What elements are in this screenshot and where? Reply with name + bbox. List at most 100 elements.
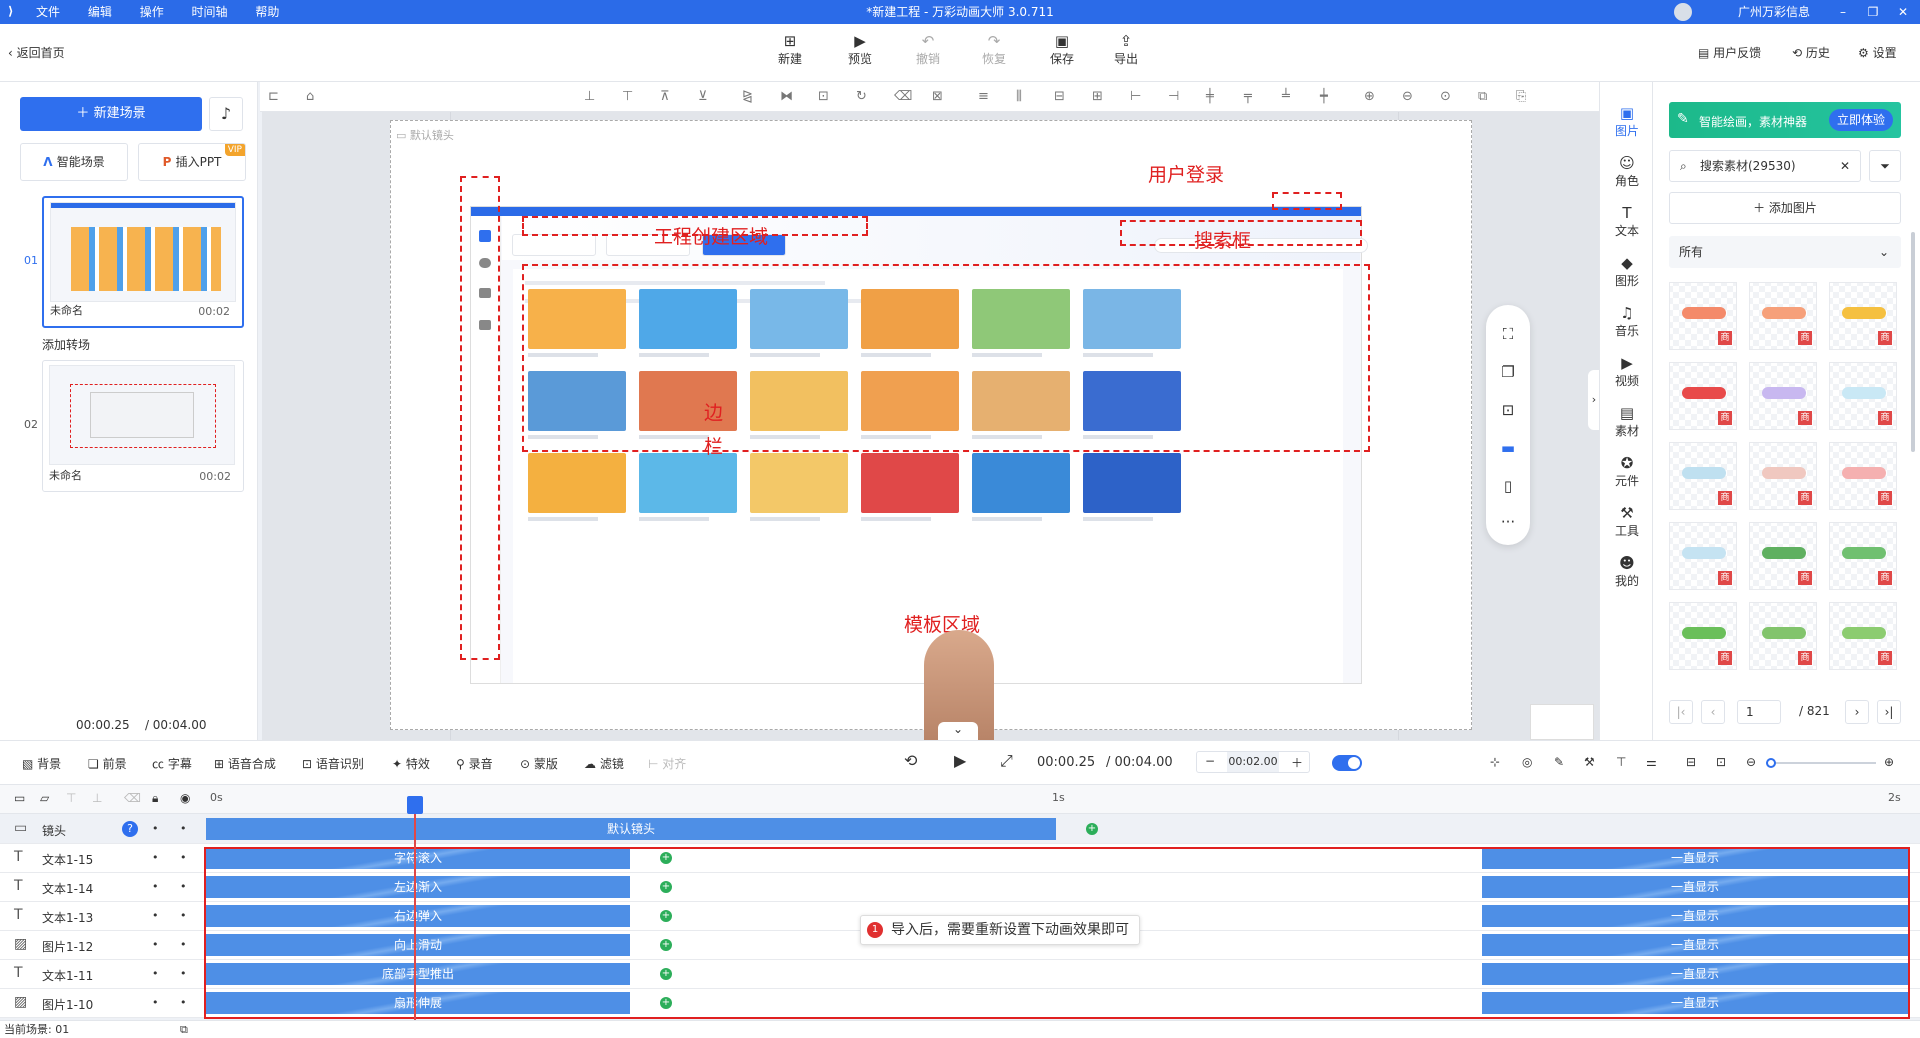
history-link[interactable]: ⟲ 历史 <box>1792 44 1830 61</box>
top-align-icon[interactable]: ╤ <box>1244 89 1252 104</box>
fit-icon[interactable]: ⊠ <box>932 89 943 104</box>
category-video[interactable]: ▶ 视频 <box>1600 354 1654 389</box>
screen-icon[interactable]: ▬ <box>1486 439 1530 457</box>
same-height-icon[interactable]: ⊞ <box>1092 89 1103 104</box>
move-up-icon[interactable]: ⊤ <box>66 791 76 805</box>
last-page-button[interactable]: ›| <box>1877 700 1901 724</box>
v-center-icon[interactable]: ┿ <box>1320 89 1328 104</box>
plus-icon[interactable]: ＋ <box>1291 754 1303 771</box>
play-icon[interactable]: ▶ <box>954 751 966 770</box>
category-role[interactable]: ☺ 角色 <box>1600 154 1654 189</box>
rotate-icon[interactable]: ↻ <box>856 89 867 104</box>
copy-icon[interactable]: ⧉ <box>180 1021 188 1038</box>
asset-thumbnail[interactable]: 商 <box>1669 282 1737 350</box>
scrollbar[interactable] <box>1911 232 1915 452</box>
export-button[interactable]: ⇪ 导出 <box>1104 32 1148 67</box>
zoom-in-icon[interactable]: ⊕ <box>1884 755 1894 769</box>
unlock-icon[interactable]: ⊙ <box>1440 89 1451 104</box>
menu-file[interactable]: 文件 <box>36 0 60 24</box>
playhead-handle[interactable] <box>407 796 423 814</box>
new-button[interactable]: ⊞ 新建 <box>768 32 812 67</box>
category-image[interactable]: ▣ 图片 <box>1600 104 1654 139</box>
category-shape[interactable]: ◆ 图形 <box>1600 254 1654 289</box>
expand-timeline-icon[interactable]: ⌄ <box>938 722 978 740</box>
minimap-icon[interactable] <box>1530 704 1594 740</box>
mask-button[interactable]: ⊙ 蒙版 <box>520 755 558 772</box>
delete-icon[interactable]: ⌫ <box>894 89 912 104</box>
zoom-out-icon[interactable]: ⊖ <box>1746 755 1756 769</box>
right-align-icon[interactable]: ⊣ <box>1168 89 1179 104</box>
brush-icon[interactable]: ⚒ <box>1584 755 1595 769</box>
filter-tool-button[interactable]: ☁ 滤镜 <box>584 755 624 772</box>
ruler-icon[interactable]: ⊏ <box>268 89 279 104</box>
playhead[interactable] <box>414 796 416 1038</box>
zoom-stepper[interactable]: − 00:02.00 ＋ <box>1196 751 1310 773</box>
filter-button[interactable]: ⏷ <box>1869 150 1901 182</box>
category-select[interactable]: 所有 ⌄ <box>1669 236 1901 268</box>
adjust-icon[interactable]: ⚌ <box>1646 755 1657 769</box>
toggle-switch[interactable] <box>1332 755 1362 771</box>
more-icon[interactable]: ··· <box>1486 513 1530 531</box>
lock-icon[interactable]: 🔒︎ <box>152 791 158 806</box>
asr-button[interactable]: ⊡ 语音识别 <box>302 755 364 772</box>
tts-button[interactable]: ⊞ 语音合成 <box>214 755 276 772</box>
category-my[interactable]: ☻ 我的 <box>1600 554 1654 589</box>
redo-button[interactable]: ↷ 恢复 <box>972 32 1016 67</box>
prev-page-button[interactable]: ‹ <box>1701 700 1725 724</box>
avatar[interactable] <box>1674 3 1692 21</box>
scene-thumb-2[interactable]: 未命名 00:02 <box>42 360 244 492</box>
asset-thumbnail[interactable]: 商 <box>1669 602 1737 670</box>
asset-thumbnail[interactable]: 商 <box>1749 362 1817 430</box>
phone-icon[interactable]: ▯ <box>1486 477 1530 495</box>
feedback-link[interactable]: ▤ 用户反馈 <box>1698 44 1761 61</box>
asset-thumbnail[interactable]: 商 <box>1829 522 1897 590</box>
align-bottom-icon[interactable]: ⊥ <box>584 89 595 104</box>
camera-clip[interactable]: 默认镜头 <box>206 818 1056 840</box>
folder-icon[interactable]: ▱ <box>40 791 49 805</box>
edit-icon[interactable]: ✎ <box>1554 755 1564 769</box>
effects-button[interactable]: ✦ 特效 <box>392 755 430 772</box>
minimize-icon[interactable]: – <box>1828 0 1858 24</box>
close-icon[interactable]: ✕ <box>1888 0 1918 24</box>
user-name[interactable]: 广州万彩信息 <box>1738 0 1810 24</box>
fit-width-icon[interactable]: ⊟ <box>1686 755 1696 769</box>
category-material[interactable]: ▤ 素材 <box>1600 404 1654 439</box>
align-middle-icon[interactable]: ⊼ <box>660 89 670 104</box>
asset-thumbnail[interactable]: 商 <box>1669 362 1737 430</box>
asset-thumbnail[interactable]: 商 <box>1669 442 1737 510</box>
align-center-icon[interactable]: ⊻ <box>698 89 708 104</box>
scene-thumb-1[interactable]: 未命名 00:02 <box>42 196 244 328</box>
asset-thumbnail[interactable]: 商 <box>1749 522 1817 590</box>
align-top-icon[interactable]: ⊤ <box>622 89 633 104</box>
material-search-input[interactable]: ⌕ 搜索素材(29530) ✕ <box>1669 150 1861 182</box>
music-button[interactable]: ♪ <box>209 97 243 131</box>
menu-timeline[interactable]: 时间轴 <box>192 0 228 24</box>
undo-button[interactable]: ↶ 撤销 <box>906 32 950 67</box>
try-now-button[interactable]: 立即体验 <box>1828 109 1893 131</box>
h-center-icon[interactable]: ╪ <box>1206 89 1214 104</box>
flip-v-icon[interactable]: ⧓ <box>780 89 793 104</box>
trash-icon[interactable]: ⌫ <box>124 791 141 805</box>
move-down-icon[interactable]: ⊥ <box>92 791 102 805</box>
asset-thumbnail[interactable]: 商 <box>1829 362 1897 430</box>
next-page-button[interactable]: › <box>1845 700 1869 724</box>
menu-help[interactable]: 帮助 <box>255 0 279 24</box>
preview-button[interactable]: ▶ 预览 <box>838 32 882 67</box>
paste-icon[interactable]: ⎘ <box>1516 89 1526 104</box>
asset-thumbnail[interactable]: 商 <box>1749 602 1817 670</box>
help-icon[interactable]: ? <box>122 821 138 837</box>
eye-icon[interactable]: ◉ <box>180 791 190 805</box>
category-tool[interactable]: ⚒ 工具 <box>1600 504 1654 539</box>
new-scene-button[interactable]: ＋ 新建场景 <box>20 97 202 131</box>
add-image-button[interactable]: ＋ 添加图片 <box>1669 192 1901 224</box>
add-keyframe-icon[interactable]: + <box>1086 823 1098 835</box>
record-button[interactable]: ⚲ 录音 <box>456 755 493 772</box>
save-button[interactable]: ▣ 保存 <box>1040 32 1084 67</box>
align-button[interactable]: ⊢ 对齐 <box>648 755 686 772</box>
replay-icon[interactable]: ⟲ <box>904 751 917 770</box>
zoom-out-icon[interactable]: ⊖ <box>1402 89 1413 104</box>
fullscreen-icon[interactable]: ⤢ <box>1000 751 1013 771</box>
ratio-icon[interactable]: ⊡ <box>1716 755 1726 769</box>
camera-icon[interactable]: ◎ <box>1522 755 1532 769</box>
asset-thumbnail[interactable]: 商 <box>1829 282 1897 350</box>
